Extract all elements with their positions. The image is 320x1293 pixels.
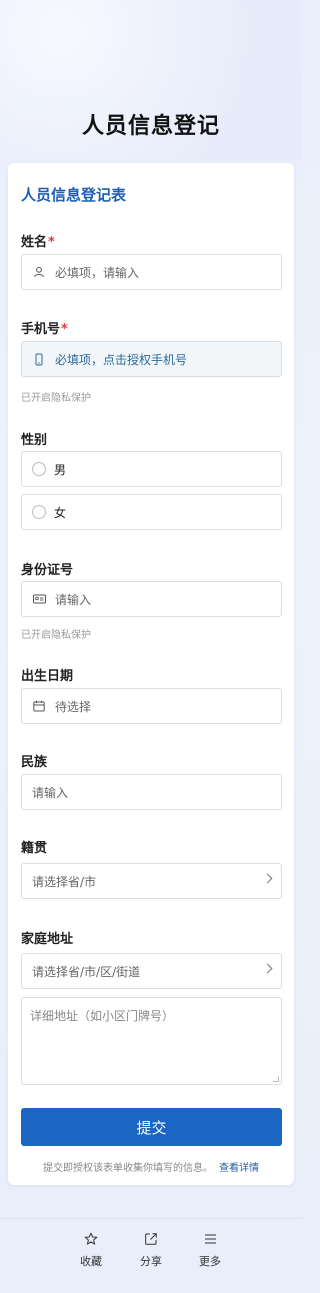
birth-date-label: 出生日期 [21,669,74,684]
gender-option-female[interactable]: 女 [21,494,282,530]
gender-option-label: 男 [54,462,67,477]
resize-handle-icon[interactable] [273,1076,279,1082]
id-privacy-hint: 已开启隐私保护 [21,630,91,641]
radio-circle-icon [32,505,46,519]
phone-label: 手机号* [21,322,68,337]
address-label: 家庭地址 [21,932,74,947]
birth-date-picker[interactable]: 待选择 [21,688,282,724]
native-place-placeholder: 请选择省/市 [32,874,97,889]
id-number-placeholder: 请输入 [55,592,92,607]
id-card-icon [32,592,46,606]
ethnicity-placeholder: 请输入 [32,785,69,800]
name-placeholder: 必填项，请输入 [55,265,140,280]
chevron-right-icon [262,873,273,884]
nav-label: 分享 [140,1255,162,1268]
page-title: 人员信息登记 [81,114,220,139]
form-card: 人员信息登记表 姓名* 必填项，请输入 手机号* 必填项，点击授权手机号 已开启… [8,163,294,1185]
notice-text: 提交即授权该表单收集你填写的信息。 [43,1163,213,1174]
birth-date-placeholder: 待选择 [55,699,92,714]
mobile-icon [32,352,46,366]
native-place-select[interactable]: 请选择省/市 [21,863,282,899]
gender-option-male[interactable]: 男 [21,451,282,487]
share-icon [131,1231,171,1247]
name-input[interactable]: 必填项，请输入 [21,254,282,290]
nav-favorite[interactable]: 收藏 [71,1231,111,1269]
phone-authorize-field[interactable]: 必填项，点击授权手机号 [21,341,282,377]
id-number-input[interactable]: 请输入 [21,581,282,617]
view-details-link[interactable]: 查看详情 [219,1163,259,1174]
calendar-icon [32,699,46,713]
gender-option-label: 女 [54,505,67,520]
phone-privacy-hint: 已开启隐私保护 [21,393,91,404]
native-place-label: 籍贯 [21,841,48,856]
id-number-label: 身份证号 [21,563,74,578]
ethnicity-input[interactable]: 请输入 [21,774,282,810]
nav-label: 收藏 [80,1255,102,1268]
gender-label: 性别 [21,433,48,448]
privacy-notice: 提交即授权该表单收集你填写的信息。 查看详情 [8,1159,294,1174]
chevron-right-icon [262,963,273,974]
star-icon [71,1231,111,1247]
menu-icon [190,1231,230,1247]
nav-more[interactable]: 更多 [190,1231,230,1269]
nav-share[interactable]: 分享 [131,1231,171,1269]
required-mark: * [48,235,55,250]
bottom-nav-bar: 收藏 分享 更多 [0,1218,302,1293]
radio-circle-icon [32,462,46,476]
required-mark: * [61,322,68,337]
phone-placeholder: 必填项，点击授权手机号 [55,352,188,367]
address-detail-textarea[interactable]: 详细地址（如小区门牌号） [21,997,282,1085]
nav-label: 更多 [199,1255,221,1268]
form-title: 人员信息登记表 [21,186,127,204]
address-region-placeholder: 请选择省/市/区/街道 [32,964,141,979]
submit-button[interactable]: 提交 [21,1108,282,1146]
address-region-select[interactable]: 请选择省/市/区/街道 [21,953,282,989]
address-detail-placeholder: 详细地址（如小区门牌号） [30,1009,175,1023]
name-label: 姓名* [21,235,55,250]
person-icon [32,265,46,279]
ethnicity-label: 民族 [21,755,48,770]
